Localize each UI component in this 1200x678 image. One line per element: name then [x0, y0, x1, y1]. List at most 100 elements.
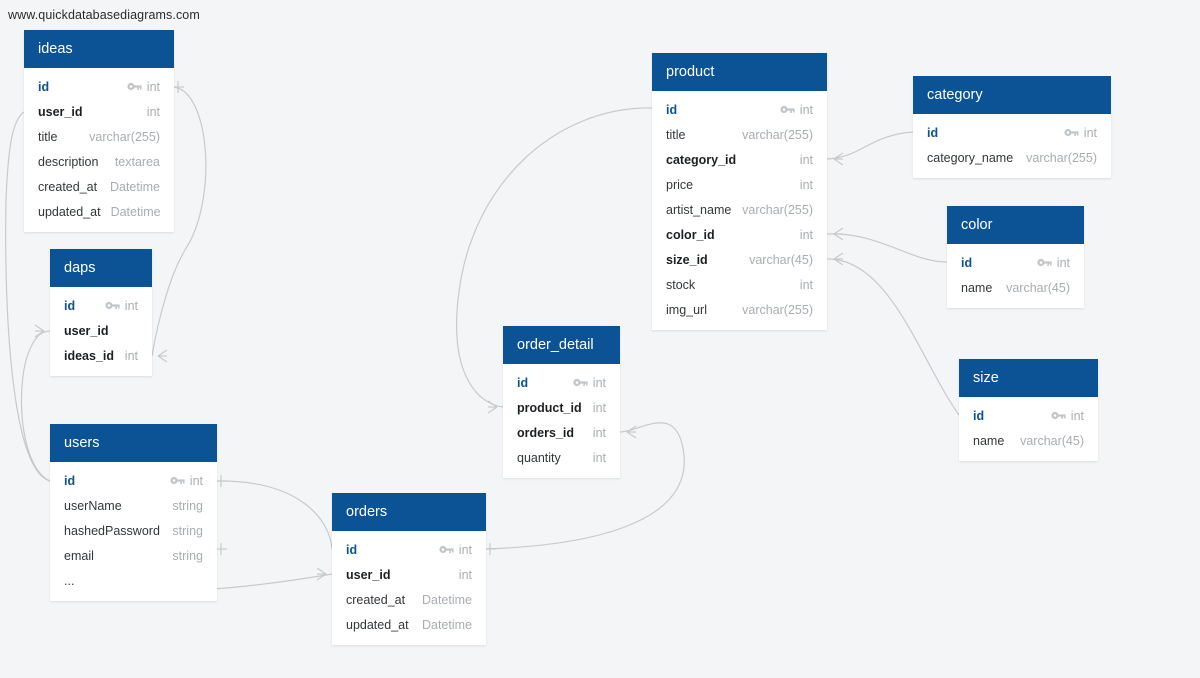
column-row[interactable]: id int	[503, 370, 620, 395]
crows-foot-marker	[833, 252, 844, 266]
table-size[interactable]: size id int name varchar(45)	[959, 359, 1098, 461]
column-row[interactable]: img_url varchar(255)	[652, 297, 827, 322]
column-row[interactable]: user_id	[50, 318, 152, 343]
crows-foot-marker	[157, 349, 168, 363]
column-type: varchar(255)	[742, 127, 813, 142]
table-color[interactable]: color id int name varchar(45)	[947, 206, 1084, 308]
column-row[interactable]: quantity int	[503, 445, 620, 470]
column-row[interactable]: updated_at Datetime	[24, 199, 174, 224]
column-row[interactable]: ...	[50, 568, 217, 593]
column-type: int	[146, 79, 160, 94]
column-row[interactable]: price int	[652, 172, 827, 197]
column-type: int	[799, 177, 813, 192]
column-type: int	[799, 227, 813, 242]
column-name: user_id	[38, 104, 83, 119]
column-row[interactable]: created_at Datetime	[332, 587, 486, 612]
column-row[interactable]: size_id varchar(45)	[652, 247, 827, 272]
column-name: id	[346, 542, 358, 557]
relationship-line	[216, 480, 333, 550]
table-daps[interactable]: daps id int user_id ideas_id int	[50, 249, 152, 376]
column-name: id	[64, 298, 76, 313]
table-ideas[interactable]: ideas id int user_id int title varchar(255) des…	[24, 30, 174, 232]
column-name: userName	[64, 498, 122, 513]
one-bar-marker	[486, 543, 496, 555]
column-row[interactable]: user_id int	[332, 562, 486, 587]
column-type: varchar(255)	[89, 129, 160, 144]
column-type: varchar(255)	[742, 202, 813, 217]
column-name: created_at	[346, 592, 406, 607]
column-row[interactable]: updated_at Datetime	[332, 612, 486, 637]
crows-foot-marker	[34, 324, 45, 338]
column-row[interactable]: id int	[50, 468, 217, 493]
table-body-daps: id int user_id ideas_id int	[50, 287, 152, 376]
one-bar-marker	[217, 543, 227, 555]
table-body-orders: id int user_id int created_at Datetime updated…	[332, 531, 486, 645]
column-row[interactable]: created_at Datetime	[24, 174, 174, 199]
diagram-canvas[interactable]: www.quickdatabasediagrams.com ideas id int…	[0, 0, 1200, 678]
column-row[interactable]: artist_name varchar(255)	[652, 197, 827, 222]
column-row[interactable]: hashedPassword string	[50, 518, 217, 543]
key-icon	[780, 104, 795, 115]
column-row[interactable]: id int	[913, 120, 1111, 145]
column-row[interactable]: id int	[332, 537, 486, 562]
column-row[interactable]: title varchar(255)	[24, 124, 174, 149]
column-name: name	[961, 280, 993, 295]
column-type: varchar(45)	[749, 252, 813, 267]
column-type: int	[592, 425, 606, 440]
column-row[interactable]: id int	[50, 293, 152, 318]
table-body-ideas: id int user_id int title varchar(255) descript…	[24, 68, 174, 232]
table-category[interactable]: category id int category_name varchar(255)	[913, 76, 1111, 178]
column-name: ideas_id	[64, 348, 115, 363]
column-row[interactable]: orders_id int	[503, 420, 620, 445]
column-name: name	[973, 433, 1005, 448]
column-type: Datetime	[110, 204, 161, 219]
table-orders[interactable]: orders id int user_id int created_at Datetime u…	[332, 493, 486, 645]
table-header-color: color	[947, 206, 1084, 244]
column-type: int	[592, 400, 606, 415]
relationship-product-size-id-to-size-id	[826, 258, 960, 416]
column-name: id	[517, 375, 529, 390]
column-row[interactable]: userName string	[50, 493, 217, 518]
relationship-line	[20, 330, 51, 482]
column-row[interactable]: name varchar(45)	[959, 428, 1098, 453]
relationship-users-id-to-order-detail-via-right	[216, 480, 333, 550]
table-product[interactable]: product id int title varchar(255) category_id…	[652, 53, 827, 330]
relationship-line	[826, 233, 948, 263]
column-row[interactable]: color_id int	[652, 222, 827, 247]
column-row[interactable]: id int	[24, 74, 174, 99]
column-row[interactable]: user_id int	[24, 99, 174, 124]
column-row[interactable]: description textarea	[24, 149, 174, 174]
column-name: updated_at	[346, 617, 409, 632]
column-type: varchar(255)	[1026, 150, 1097, 165]
column-name: product_id	[517, 400, 582, 415]
crows-foot-marker	[626, 425, 637, 439]
column-row[interactable]: product_id int	[503, 395, 620, 420]
column-row[interactable]: id int	[959, 403, 1098, 428]
column-type: string	[172, 523, 203, 538]
table-users[interactable]: users id int userName string hashedPassword st…	[50, 424, 217, 601]
column-name: ...	[64, 573, 75, 588]
crows-foot-marker	[833, 152, 844, 166]
column-type: int	[124, 348, 138, 363]
column-row[interactable]: ideas_id int	[50, 343, 152, 368]
column-row[interactable]: title varchar(255)	[652, 122, 827, 147]
column-row[interactable]: id int	[652, 97, 827, 122]
column-name: id	[973, 408, 985, 423]
relationship-product-category-id-to-category-id	[826, 131, 914, 160]
table-header-product: product	[652, 53, 827, 91]
column-row[interactable]: email string	[50, 543, 217, 568]
column-name: user_id	[64, 323, 109, 338]
column-row[interactable]: category_name varchar(255)	[913, 145, 1111, 170]
column-type: int	[458, 567, 472, 582]
column-row[interactable]: category_id int	[652, 147, 827, 172]
table-order_detail[interactable]: order_detail id int product_id int orders_id i…	[503, 326, 620, 478]
key-icon	[1051, 410, 1066, 421]
column-name: stock	[666, 277, 696, 292]
column-name: email	[64, 548, 94, 563]
key-icon	[1037, 257, 1052, 268]
column-row[interactable]: name varchar(45)	[947, 275, 1084, 300]
column-name: orders_id	[517, 425, 574, 440]
column-type: int	[1070, 408, 1084, 423]
column-row[interactable]: stock int	[652, 272, 827, 297]
column-row[interactable]: id int	[947, 250, 1084, 275]
